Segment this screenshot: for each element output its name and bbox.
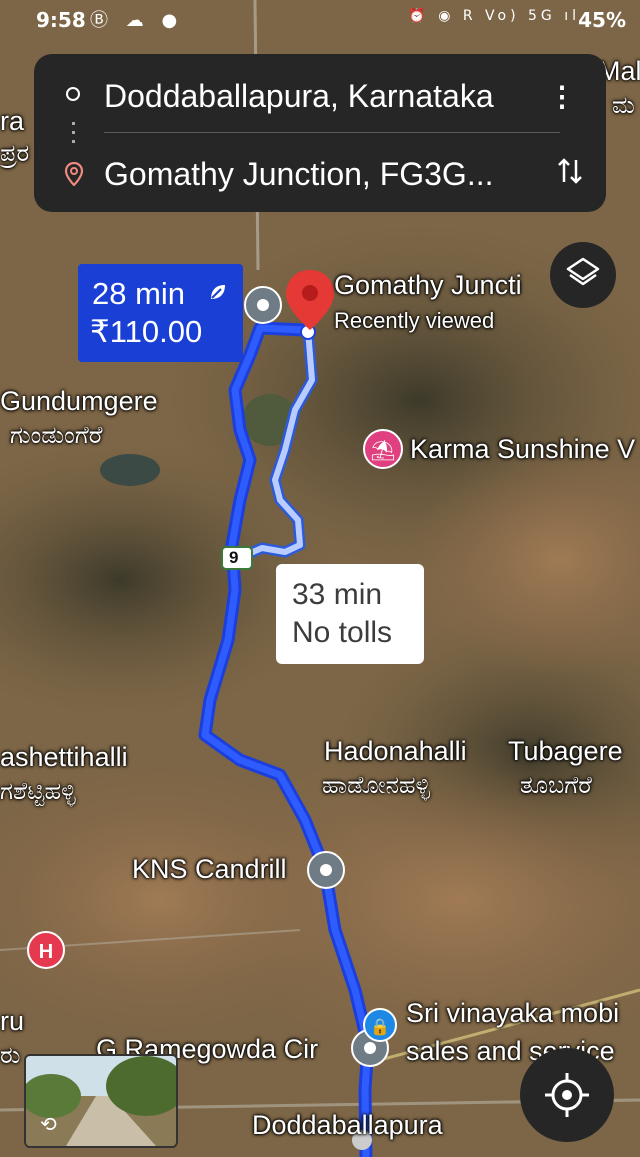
place-ashettihalli[interactable]: ashettihalli — [0, 742, 128, 773]
circle-origin-icon — [66, 87, 80, 101]
hospital-marker[interactable]: H — [27, 931, 65, 969]
destination-row[interactable]: Gomathy Junction, FG3G... — [34, 142, 606, 202]
leaf-icon — [208, 282, 228, 308]
place-tubagere[interactable]: Tubagere — [508, 736, 623, 767]
primary-route-label[interactable]: 28 min ₹110.00 — [78, 264, 243, 362]
swap-directions-icon[interactable] — [556, 156, 584, 193]
origin-row[interactable]: Doddaballapura, Karnataka ⋮ — [34, 64, 606, 124]
edge-label-top-right-kn: ಮ — [612, 92, 635, 119]
place-karma-sunshine[interactable]: Karma Sunshine V — [410, 434, 635, 465]
origin-field[interactable]: Doddaballapura, Karnataka — [104, 78, 494, 115]
place-hadonahalli-kn: ಹಾಡೋನಹಳ್ಳಿ — [322, 772, 431, 799]
svg-text:H: H — [39, 941, 53, 963]
edge-label-bottom-left: ru — [0, 1006, 25, 1036]
place-kns-candrill[interactable]: KNS Candrill — [132, 854, 287, 885]
destination-field[interactable]: Gomathy Junction, FG3G... — [104, 156, 493, 193]
street-view-rotate-icon[interactable]: ⟲ — [40, 1112, 57, 1137]
alternate-route-label[interactable]: 33 min No tolls — [276, 564, 424, 664]
edge-label-top-left: ra — [0, 106, 25, 136]
layers-button[interactable] — [550, 242, 616, 308]
alternate-route-time: 33 min — [292, 578, 383, 611]
my-location-button[interactable] — [520, 1048, 614, 1142]
battery-level: 45% — [578, 8, 626, 32]
place-doddaballapura[interactable]: Doddaballapura — [252, 1110, 443, 1141]
transit-stop-marker[interactable] — [244, 286, 282, 324]
place-sri-vinayaka-line1[interactable]: Sri vinayaka mobi — [406, 998, 619, 1029]
edge-label-bottom-left-kn: ರು — [0, 1042, 21, 1069]
svg-text:⛱: ⛱ — [370, 438, 395, 462]
primary-route-cost: ₹110.00 — [90, 314, 203, 349]
divider — [104, 132, 560, 133]
status-signal-icons: ⏰ ◉ R Vo) 5G ıl — [408, 8, 580, 24]
status-bar: 9:58 Ⓑ ☁ ● ⏰ ◉ R Vo) 5G ıl 45% — [0, 0, 640, 40]
status-notification-icons: Ⓑ ☁ ● — [90, 10, 184, 31]
location-pin-icon — [64, 161, 84, 191]
primary-route-time: 28 min — [92, 276, 186, 311]
place-gundumgere[interactable]: Gundumgere — [0, 386, 158, 417]
highway-number: 9 — [229, 548, 239, 567]
directions-card: Doddaballapura, Karnataka ⋮ Gomathy Junc… — [34, 54, 606, 212]
destination-marker-title[interactable]: Gomathy Juncti — [334, 270, 522, 301]
lake — [100, 454, 160, 486]
svg-text:🔒: 🔒 — [370, 1017, 390, 1036]
karma-place-marker[interactable]: ⛱ — [363, 429, 403, 469]
status-time: 9:58 — [36, 8, 86, 32]
destination-marker-subtitle: Recently viewed — [334, 308, 495, 333]
layers-icon — [566, 257, 600, 286]
more-vertical-icon[interactable]: ⋮ — [548, 80, 576, 113]
edge-label-top-left-kn: ಪ್ರರ — [0, 140, 30, 167]
shop-marker[interactable]: 🔒 — [363, 1008, 397, 1042]
place-tubagere-kn: ತೂಬಗೆರೆ — [520, 772, 592, 799]
alternate-route-note: No tolls — [292, 616, 393, 649]
my-location-icon — [545, 1073, 589, 1117]
place-gundumgere-kn: ಗುಂಡುಂಗೆರೆ — [10, 422, 103, 449]
kns-candrill-marker[interactable] — [307, 851, 345, 889]
place-hadonahalli[interactable]: Hadonahalli — [324, 736, 467, 767]
place-ashettihalli-kn: ಗಶೆಟ್ಟಿಹಳ್ಳಿ — [0, 778, 76, 805]
